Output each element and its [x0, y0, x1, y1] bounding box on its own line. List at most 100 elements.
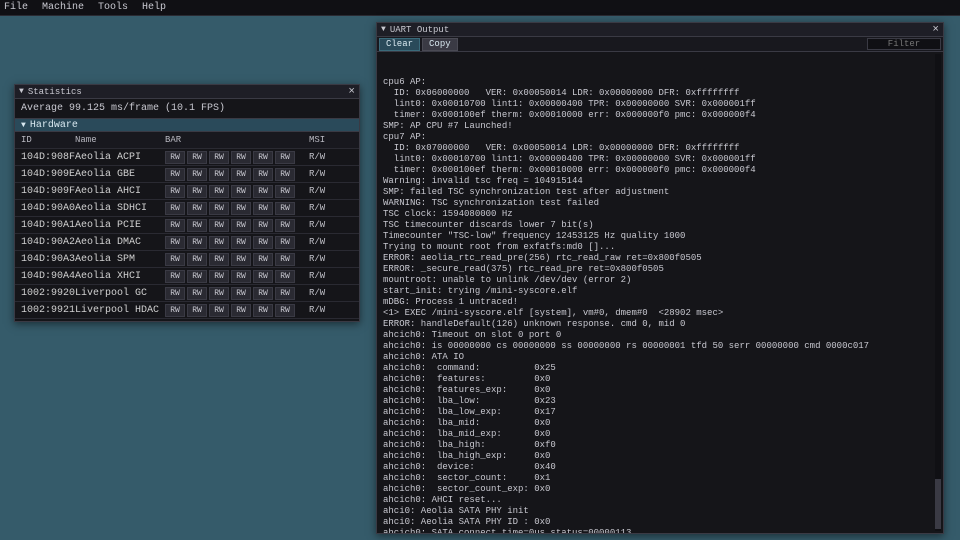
- bar-rw-button[interactable]: RW: [209, 253, 229, 266]
- bar-rw-button[interactable]: RW: [165, 151, 185, 164]
- bar-cell: RWRWRWRWRWRW: [165, 270, 303, 283]
- filter-input[interactable]: [867, 38, 941, 50]
- bar-rw-button[interactable]: RW: [275, 236, 295, 249]
- bar-rw-button[interactable]: RW: [275, 168, 295, 181]
- uart-titlebar[interactable]: ▼ UART Output ×: [377, 23, 943, 37]
- bar-rw-button[interactable]: RW: [231, 270, 251, 283]
- bar-rw-button[interactable]: RW: [209, 151, 229, 164]
- msi-value: R/W: [309, 254, 325, 264]
- bar-cell: RWRWRWRWRWRW: [165, 253, 303, 266]
- bar-rw-button[interactable]: RW: [253, 253, 273, 266]
- bar-rw-button[interactable]: RW: [275, 202, 295, 215]
- bar-rw-button[interactable]: RW: [187, 202, 207, 215]
- msi-value: R/W: [309, 169, 325, 179]
- bar-rw-button[interactable]: RW: [209, 202, 229, 215]
- bar-rw-button[interactable]: RW: [253, 304, 273, 317]
- collapse-icon[interactable]: ▼: [21, 121, 26, 130]
- menu-tools[interactable]: Tools: [98, 2, 128, 13]
- bar-rw-button[interactable]: RW: [165, 253, 185, 266]
- bar-rw-button[interactable]: RW: [209, 219, 229, 232]
- bar-rw-button[interactable]: RW: [209, 270, 229, 283]
- close-icon[interactable]: ×: [932, 24, 939, 36]
- bar-rw-button[interactable]: RW: [275, 304, 295, 317]
- bar-rw-button[interactable]: RW: [165, 185, 185, 198]
- menu-help[interactable]: Help: [142, 2, 166, 13]
- bar-rw-button[interactable]: RW: [187, 236, 207, 249]
- msi-cell: R/W: [303, 237, 343, 248]
- bar-rw-button[interactable]: RW: [165, 202, 185, 215]
- bar-rw-button[interactable]: RW: [231, 236, 251, 249]
- bar-rw-button[interactable]: RW: [165, 168, 185, 181]
- bar-cell: RWRWRWRWRWRW: [165, 151, 303, 164]
- bar-rw-button[interactable]: RW: [253, 236, 273, 249]
- bar-rw-button[interactable]: RW: [231, 253, 251, 266]
- bar-rw-button[interactable]: RW: [187, 287, 207, 300]
- bar-rw-button[interactable]: RW: [231, 151, 251, 164]
- bar-rw-button[interactable]: RW: [165, 219, 185, 232]
- bar-rw-button[interactable]: RW: [165, 287, 185, 300]
- collapse-icon[interactable]: ▼: [381, 25, 386, 34]
- collapse-icon[interactable]: ▼: [19, 87, 24, 96]
- hardware-section-header[interactable]: ▼ Hardware: [15, 118, 359, 132]
- bar-rw-button[interactable]: RW: [209, 287, 229, 300]
- menu-file[interactable]: File: [4, 2, 28, 13]
- bar-rw-button[interactable]: RW: [275, 270, 295, 283]
- bar-rw-button[interactable]: RW: [231, 168, 251, 181]
- device-id: 1002:9921: [15, 305, 75, 316]
- bar-rw-button[interactable]: RW: [165, 236, 185, 249]
- bar-rw-button[interactable]: RW: [231, 304, 251, 317]
- clear-button[interactable]: Clear: [379, 38, 420, 51]
- device-table: ID Name BAR MSI 104D:908FAeolia ACPIRWRW…: [15, 132, 359, 319]
- bar-cell: RWRWRWRWRWRW: [165, 168, 303, 181]
- bar-rw-button[interactable]: RW: [187, 151, 207, 164]
- bar-rw-button[interactable]: RW: [275, 151, 295, 164]
- copy-button[interactable]: Copy: [422, 38, 458, 51]
- bar-rw-button[interactable]: RW: [231, 287, 251, 300]
- bar-rw-button[interactable]: RW: [187, 270, 207, 283]
- bar-rw-button[interactable]: RW: [275, 185, 295, 198]
- bar-rw-button[interactable]: RW: [187, 168, 207, 181]
- msi-value: R/W: [309, 305, 325, 315]
- bar-rw-button[interactable]: RW: [275, 219, 295, 232]
- col-header-bar: BAR: [165, 135, 303, 145]
- hardware-label: Hardware: [30, 120, 78, 131]
- uart-log[interactable]: cpu6 AP: ID: 0x06000000 VER: 0x00050014 …: [377, 52, 943, 533]
- bar-rw-button[interactable]: RW: [231, 219, 251, 232]
- bar-rw-button[interactable]: RW: [209, 236, 229, 249]
- device-name: Aeolia DMAC: [75, 237, 165, 248]
- menu-machine[interactable]: Machine: [42, 2, 84, 13]
- bar-rw-button[interactable]: RW: [165, 304, 185, 317]
- bar-rw-button[interactable]: RW: [231, 202, 251, 215]
- table-row: 104D:90A0Aeolia SDHCIRWRWRWRWRWRWR/W: [15, 200, 359, 217]
- device-name: Aeolia ACPI: [75, 152, 165, 163]
- msi-cell: R/W: [303, 288, 343, 299]
- device-name: Liverpool HDAC: [75, 305, 165, 316]
- bar-rw-button[interactable]: RW: [253, 270, 273, 283]
- bar-rw-button[interactable]: RW: [187, 219, 207, 232]
- scrollbar-thumb[interactable]: [935, 479, 941, 529]
- statistics-titlebar[interactable]: ▼ Statistics ×: [15, 85, 359, 99]
- bar-rw-button[interactable]: RW: [187, 304, 207, 317]
- bar-rw-button[interactable]: RW: [275, 287, 295, 300]
- bar-rw-button[interactable]: RW: [253, 219, 273, 232]
- bar-rw-button[interactable]: RW: [275, 253, 295, 266]
- scrollbar[interactable]: [935, 54, 941, 531]
- table-row: 104D:909EAeolia GBERWRWRWRWRWRWR/W: [15, 166, 359, 183]
- device-name: Aeolia AHCI: [75, 186, 165, 197]
- uart-output-window: ▼ UART Output × Clear Copy cpu6 AP: ID: …: [376, 22, 944, 534]
- bar-rw-button[interactable]: RW: [209, 304, 229, 317]
- bar-rw-button[interactable]: RW: [253, 287, 273, 300]
- close-icon[interactable]: ×: [348, 86, 355, 98]
- bar-rw-button[interactable]: RW: [231, 185, 251, 198]
- msi-cell: R/W: [303, 203, 343, 214]
- bar-rw-button[interactable]: RW: [165, 270, 185, 283]
- bar-rw-button[interactable]: RW: [187, 185, 207, 198]
- col-header-id: ID: [15, 135, 75, 145]
- bar-rw-button[interactable]: RW: [253, 202, 273, 215]
- bar-rw-button[interactable]: RW: [209, 185, 229, 198]
- bar-rw-button[interactable]: RW: [253, 168, 273, 181]
- bar-rw-button[interactable]: RW: [187, 253, 207, 266]
- bar-rw-button[interactable]: RW: [253, 151, 273, 164]
- bar-rw-button[interactable]: RW: [253, 185, 273, 198]
- bar-rw-button[interactable]: RW: [209, 168, 229, 181]
